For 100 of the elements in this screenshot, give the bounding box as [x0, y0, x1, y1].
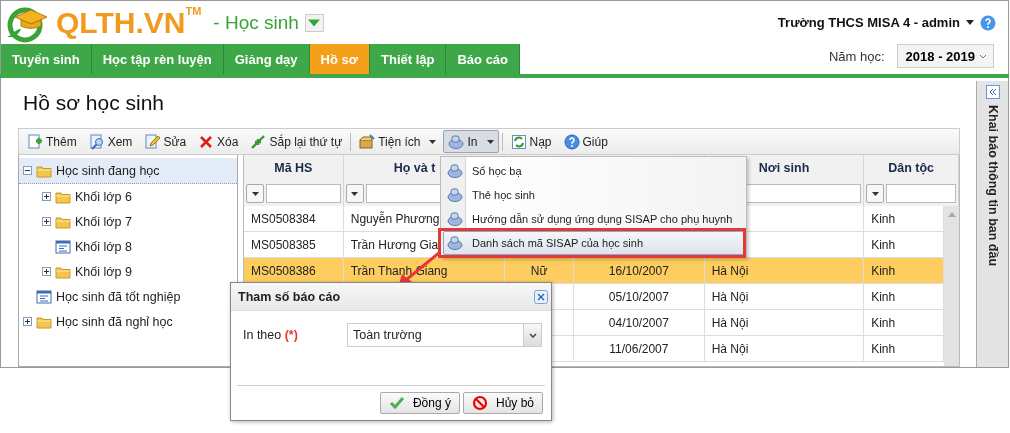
table-cell: Hà Nội [711, 341, 749, 356]
folder-icon [55, 214, 71, 229]
toolbar-button[interactable]: Thêm [22, 130, 82, 153]
view-icon [88, 133, 105, 150]
scrollbar[interactable] [944, 206, 959, 366]
chevron-icon [979, 53, 987, 59]
reload-icon [510, 133, 527, 150]
caret-icon [966, 20, 974, 25]
folder-icon [36, 163, 52, 178]
folder-icon [55, 189, 71, 204]
table-cell: 16/10/2007 [608, 263, 669, 278]
tree-item[interactable]: Học sinh đã tốt nghiệp [54, 288, 183, 305]
collapse-icon[interactable] [23, 166, 32, 175]
printer-icon [448, 133, 465, 150]
account-menu[interactable]: Trường THCS MISA 4 - admin [777, 15, 974, 30]
filter-dropdown[interactable] [345, 184, 364, 203]
close-icon[interactable] [534, 289, 548, 304]
cancel-button[interactable]: Hủy bỏ [462, 392, 543, 414]
menu-item[interactable]: Danh sách mã SISAP của học sinh [443, 231, 744, 255]
edit-icon [144, 133, 161, 150]
table-cell: MS0508384 [251, 211, 316, 226]
logo-text: QLTH.VN [56, 5, 186, 40]
filter-dropdown[interactable] [246, 184, 264, 203]
printer-icon [447, 235, 463, 251]
trademark: TM [185, 4, 202, 17]
toolbar-button[interactable]: Sắp lại thứ tự [245, 130, 348, 153]
print-scope-select[interactable]: Toàn trường [347, 323, 542, 347]
delete-icon [198, 133, 215, 150]
help-icon[interactable] [980, 14, 996, 31]
table-cell: 04/10/2007 [608, 315, 669, 330]
module-dropdown[interactable] [304, 13, 324, 32]
table-cell: Trần Thanh Giang [350, 263, 448, 278]
page-title: Hồ sơ học sinh [22, 90, 165, 116]
toolbar-button[interactable]: Xóa [193, 130, 244, 153]
column-header[interactable]: Mã HS [274, 161, 313, 175]
table-cell: 05/10/2007 [608, 289, 669, 304]
toolbar-button[interactable]: In [443, 130, 499, 153]
toolbox-icon [359, 133, 376, 150]
list-icon [36, 289, 52, 304]
filter-field[interactable] [886, 184, 956, 203]
list-icon [55, 239, 71, 254]
table-cell: Hà Nội [711, 263, 749, 278]
toolbar-button[interactable]: Sửa [139, 130, 192, 153]
sort-icon [250, 133, 267, 150]
printer-icon [447, 211, 463, 227]
expand-icon[interactable] [42, 192, 51, 201]
dialog-title: Tham số báo cáo [238, 289, 341, 304]
table-cell: Kinh [871, 211, 896, 226]
table-cell: Trần Hương Gia [350, 237, 439, 252]
column-header[interactable]: Nơi sinh [758, 161, 810, 175]
tree-item[interactable]: Học sinh đã nghỉ học [54, 313, 175, 330]
school-year-select[interactable]: 2018 - 2019 [896, 44, 994, 68]
expand-panel-icon[interactable] [985, 85, 1000, 99]
table-cell: MS0508386 [251, 263, 316, 278]
column-header[interactable]: Họ và t [393, 161, 436, 175]
folder-icon [36, 314, 52, 329]
chevron-icon[interactable] [528, 332, 537, 338]
expand-icon[interactable] [42, 267, 51, 276]
menu-item[interactable]: Thẻ học sinh [443, 183, 744, 207]
table-cell: Kinh [871, 263, 896, 278]
caret-icon [251, 191, 259, 196]
toolbar-button[interactable]: Giúp [558, 130, 613, 153]
menu-item[interactable]: Hướng dẫn sử dụng ứng dụng SISAP cho phụ huynh [443, 207, 744, 231]
printer-icon [447, 163, 463, 179]
printer-icon [447, 187, 463, 203]
table-cell: Kinh [871, 315, 896, 330]
add-icon [27, 133, 43, 150]
table-cell: Hà Nội [711, 315, 749, 330]
side-panel-title[interactable]: Khai báo thông tin ban đầu [985, 105, 1000, 267]
table-cell: Kinh [871, 341, 896, 356]
caret-icon [308, 18, 321, 27]
confirm-button[interactable]: Đồng ý [379, 392, 460, 414]
filter-field[interactable] [266, 184, 341, 203]
filter-dropdown[interactable] [866, 184, 885, 203]
field-label: In theo (*) [243, 328, 299, 342]
table-cell: Nguyễn Phương [350, 211, 440, 226]
module-name: - Học sinh [213, 11, 299, 34]
caret-icon [871, 191, 879, 196]
table-cell: MS0508385 [251, 237, 316, 252]
tree-item[interactable]: Khối lớp 7 [73, 213, 134, 230]
checkmark-icon [388, 395, 405, 411]
folder-icon [55, 264, 71, 279]
table-cell: Nữ [530, 263, 548, 278]
tree-item[interactable]: Khối lớp 9 [73, 263, 134, 280]
table-cell: Kinh [871, 237, 896, 252]
caret-icon [429, 139, 437, 144]
help-icon [563, 133, 580, 150]
table-cell: Hà Nội [711, 289, 749, 304]
expand-icon[interactable] [42, 217, 51, 226]
tree-item[interactable]: Khối lớp 6 [73, 188, 134, 205]
table-cell: 11/06/2007 [609, 341, 669, 356]
prohibited-icon [471, 395, 488, 411]
expand-icon[interactable] [23, 317, 32, 326]
tree-item[interactable]: Khối lớp 8 [73, 238, 134, 255]
menu-item[interactable]: Sổ học bạ [443, 159, 744, 183]
caret-icon [486, 139, 494, 144]
toolbar-button[interactable]: Xem [83, 130, 138, 153]
school-year-label: Năm học: [828, 48, 885, 64]
column-header[interactable]: Dân tộc [888, 161, 935, 175]
caret-icon [351, 191, 359, 196]
